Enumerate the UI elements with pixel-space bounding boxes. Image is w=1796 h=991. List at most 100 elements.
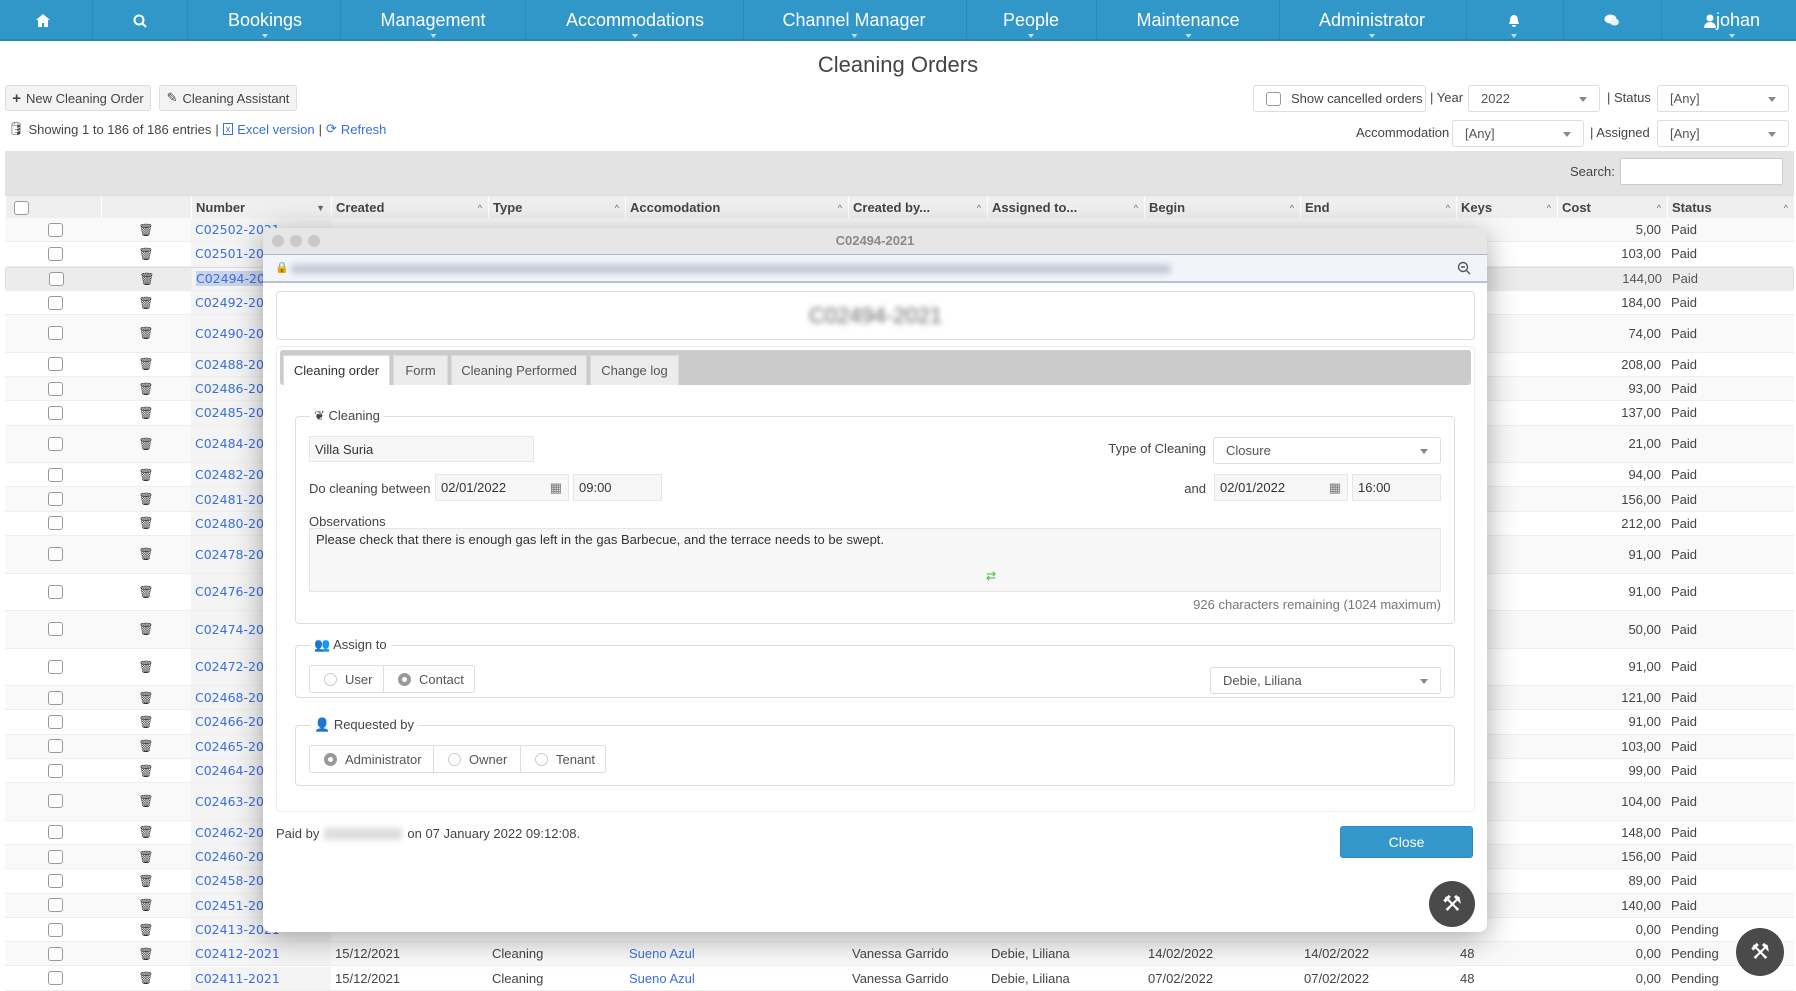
accommodation-link[interactable]: Sueno Azul: [629, 946, 695, 961]
show-cancelled-toggle[interactable]: Show cancelled orders: [1253, 85, 1426, 112]
trash-icon[interactable]: 🗑: [138, 764, 153, 778]
order-number-link[interactable]: C02412-2021: [195, 946, 280, 961]
row-checkbox[interactable]: [47, 898, 63, 913]
trash-icon[interactable]: 🗑: [138, 296, 153, 310]
trash-icon[interactable]: 🗑: [138, 547, 153, 561]
nav-administrator[interactable]: Administrator: [1319, 0, 1425, 41]
tab-change-log[interactable]: Change log: [590, 355, 679, 385]
search-input[interactable]: [1620, 158, 1783, 185]
window-maximize-button[interactable]: [308, 235, 320, 247]
type-of-cleaning-select[interactable]: Closure: [1213, 437, 1441, 464]
row-checkbox[interactable]: [47, 763, 63, 778]
table-row[interactable]: 🗑 C02412-2021 15/12/2021 Cleaning Sueno Azul…: [5, 942, 1794, 967]
from-date-input[interactable]: 02/01/2022 ▦: [435, 474, 569, 501]
tab-cleaning-performed[interactable]: Cleaning Performed: [451, 355, 587, 385]
trash-icon[interactable]: 🗑: [138, 326, 153, 340]
order-number-link[interactable]: C02411-2021: [195, 971, 280, 986]
row-checkbox[interactable]: [47, 659, 63, 674]
zoom-out-icon[interactable]: [1457, 261, 1471, 275]
row-checkbox[interactable]: [47, 357, 63, 372]
trash-icon[interactable]: 🗑: [138, 691, 153, 705]
trash-icon[interactable]: 🗑: [138, 585, 153, 599]
year-select[interactable]: 2022: [1468, 85, 1600, 112]
requested-owner-radio[interactable]: Owner: [433, 745, 521, 773]
nav-channel-manager[interactable]: Channel Manager: [782, 0, 926, 41]
row-checkbox[interactable]: [47, 246, 63, 261]
nav-user-menu[interactable]: johan: [1703, 0, 1760, 41]
tab-form[interactable]: Form: [393, 355, 448, 385]
tools-button[interactable]: ⚒: [1736, 928, 1784, 976]
select-all-checkbox[interactable]: [14, 200, 29, 215]
trash-icon[interactable]: 🗑: [138, 825, 153, 839]
trash-icon[interactable]: 🗑: [138, 660, 153, 674]
column-header-keys[interactable]: Keys ^: [1456, 196, 1557, 219]
to-date-input[interactable]: 02/01/2022 ▦: [1214, 474, 1348, 501]
cleaning-assistant-button[interactable]: ✎ Cleaning Assistant: [159, 85, 297, 111]
translate-icon[interactable]: ⇄: [986, 569, 996, 583]
trash-icon[interactable]: 🗑: [138, 739, 153, 753]
column-header-actions[interactable]: [101, 196, 191, 219]
assigned-select[interactable]: [Any]: [1657, 120, 1789, 147]
calendar-icon[interactable]: ▦: [550, 480, 562, 496]
column-header-created[interactable]: Created ^: [331, 196, 488, 219]
row-checkbox[interactable]: [47, 690, 63, 705]
accommodation-link[interactable]: Sueno Azul: [629, 971, 695, 986]
column-header-select-all[interactable]: [5, 196, 101, 219]
row-checkbox[interactable]: [47, 405, 63, 420]
nav-notifications[interactable]: [1508, 0, 1520, 41]
trash-icon[interactable]: 🗑: [138, 406, 153, 420]
row-checkbox[interactable]: [47, 467, 63, 482]
window-minimize-button[interactable]: [290, 235, 302, 247]
to-time-input[interactable]: 16:00: [1352, 474, 1441, 501]
nav-messages[interactable]: [1604, 0, 1620, 41]
nav-management[interactable]: Management: [380, 0, 486, 41]
row-checkbox[interactable]: [47, 584, 63, 599]
trash-icon[interactable]: 🗑: [139, 272, 154, 286]
nav-bookings[interactable]: Bookings: [228, 0, 302, 41]
nav-accommodations[interactable]: Accommodations: [566, 0, 704, 41]
trash-icon[interactable]: 🗑: [138, 223, 153, 237]
column-header-created-by[interactable]: Created by... ^: [848, 196, 987, 219]
trash-icon[interactable]: 🗑: [138, 850, 153, 864]
refresh-link[interactable]: Refresh: [341, 122, 387, 137]
trash-icon[interactable]: 🗑: [138, 874, 153, 888]
row-checkbox[interactable]: [47, 516, 63, 531]
column-header-accommodation[interactable]: Accomodation ^: [625, 196, 848, 219]
row-checkbox[interactable]: [47, 922, 63, 937]
accommodation-field[interactable]: Villa Suria: [309, 436, 534, 462]
tab-cleaning-order[interactable]: Cleaning order: [283, 355, 390, 385]
new-cleaning-order-button[interactable]: + New Cleaning Order: [5, 85, 151, 111]
excel-version-link[interactable]: Excel version: [237, 122, 314, 137]
table-row[interactable]: 🗑 C02411-2021 15/12/2021 Cleaning Sueno Azul…: [5, 966, 1794, 991]
status-select[interactable]: [Any]: [1657, 85, 1789, 112]
trash-icon[interactable]: 🗑: [138, 437, 153, 451]
contact-select[interactable]: Debie, Liliana: [1210, 667, 1441, 694]
column-header-cost[interactable]: Cost ^: [1557, 196, 1667, 219]
nav-maintenance[interactable]: Maintenance: [1136, 0, 1240, 41]
row-checkbox[interactable]: [47, 547, 63, 562]
row-checkbox[interactable]: [47, 295, 63, 310]
nav-people[interactable]: People: [1003, 0, 1059, 41]
assign-contact-radio[interactable]: Contact: [383, 665, 475, 693]
row-checkbox[interactable]: [47, 222, 63, 237]
observations-textarea[interactable]: Please check that there is enough gas le…: [309, 528, 1441, 592]
column-header-assigned-to[interactable]: Assigned to... ^: [987, 196, 1144, 219]
trash-icon[interactable]: 🗑: [138, 382, 153, 396]
row-checkbox[interactable]: [47, 946, 63, 961]
calendar-icon[interactable]: ▦: [1329, 480, 1341, 496]
row-checkbox[interactable]: [47, 436, 63, 451]
requested-administrator-radio[interactable]: Administrator: [309, 745, 434, 773]
row-checkbox[interactable]: [47, 714, 63, 729]
row-checkbox[interactable]: [47, 622, 63, 637]
trash-icon[interactable]: 🗑: [138, 923, 153, 937]
row-checkbox[interactable]: [48, 271, 64, 286]
trash-icon[interactable]: 🗑: [138, 357, 153, 371]
row-checkbox[interactable]: [47, 794, 63, 809]
column-header-number[interactable]: Number ▼: [191, 196, 331, 219]
trash-icon[interactable]: 🗑: [138, 947, 153, 961]
close-button[interactable]: Close: [1340, 826, 1473, 858]
trash-icon[interactable]: 🗑: [138, 971, 153, 985]
column-header-status[interactable]: Status ^: [1667, 196, 1794, 219]
trash-icon[interactable]: 🗑: [138, 898, 153, 912]
trash-icon[interactable]: 🗑: [138, 794, 153, 808]
